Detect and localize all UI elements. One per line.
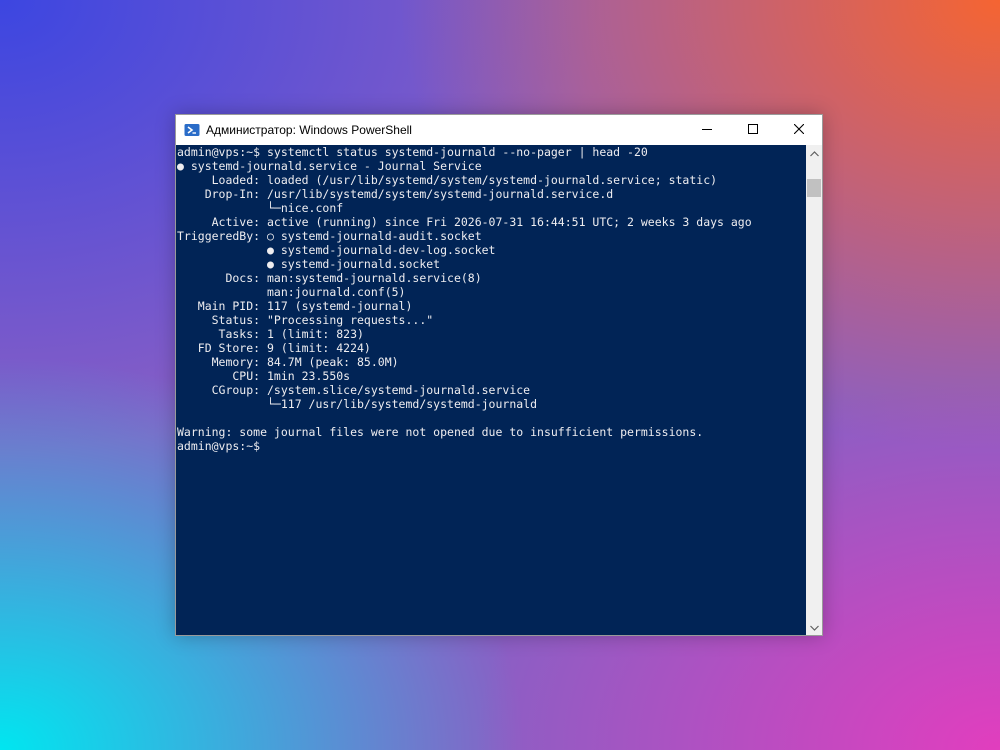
console-line: └─nice.conf [177, 201, 344, 215]
console-line: ● systemd-journald.service - Journal Ser… [177, 159, 482, 173]
console-line: Active: active (running) since Fri 2026-… [177, 215, 752, 229]
scroll-up-button[interactable] [806, 145, 822, 161]
minimize-icon [702, 121, 712, 139]
console-line: Warning: some journal files were not ope… [177, 425, 704, 439]
console-line: └─117 /usr/lib/systemd/systemd-journald [177, 397, 538, 411]
close-button[interactable] [776, 115, 822, 145]
console-line: Docs: man:systemd-journald.service(8) [177, 271, 482, 285]
console-line: ● systemd-journald.socket [177, 257, 441, 271]
window-title: Администратор: Windows PowerShell [206, 123, 412, 137]
powershell-window: Администратор: Windows PowerShell admin@… [175, 114, 823, 636]
console-line: TriggeredBy: ○ systemd-journald-audit.so… [177, 229, 482, 243]
console-prompt-line[interactable]: admin@vps:~$ [177, 439, 260, 453]
console-line: ● systemd-journald-dev-log.socket [177, 243, 496, 257]
console-line: Memory: 84.7M (peak: 85.0M) [177, 355, 399, 369]
maximize-button[interactable] [730, 115, 776, 145]
vertical-scrollbar[interactable] [806, 145, 822, 635]
console-line: Main PID: 117 (systemd-journal) [177, 299, 413, 313]
scroll-thumb[interactable] [807, 179, 821, 197]
console-line: Drop-In: /usr/lib/systemd/system/systemd… [177, 187, 614, 201]
console-line: CGroup: /system.slice/systemd-journald.s… [177, 383, 531, 397]
console-line: FD Store: 9 (limit: 4224) [177, 341, 371, 355]
console-line: Loaded: loaded (/usr/lib/systemd/system/… [177, 173, 718, 187]
console-line: man:journald.conf(5) [177, 285, 406, 299]
console-output[interactable]: admin@vps:~$ systemctl status systemd-jo… [176, 145, 806, 635]
scroll-down-button[interactable] [806, 619, 822, 635]
chevron-down-icon [809, 618, 819, 636]
chevron-up-icon [809, 144, 819, 162]
console-line: admin@vps:~$ systemctl status systemd-jo… [177, 145, 648, 159]
console-line: Status: "Processing requests..." [177, 313, 434, 327]
console-line: CPU: 1min 23.550s [177, 369, 351, 383]
powershell-icon [184, 122, 200, 138]
title-bar[interactable]: Администратор: Windows PowerShell [176, 115, 822, 145]
console-line: Tasks: 1 (limit: 823) [177, 327, 364, 341]
close-icon [793, 121, 805, 139]
minimize-button[interactable] [684, 115, 730, 145]
maximize-icon [748, 121, 758, 139]
